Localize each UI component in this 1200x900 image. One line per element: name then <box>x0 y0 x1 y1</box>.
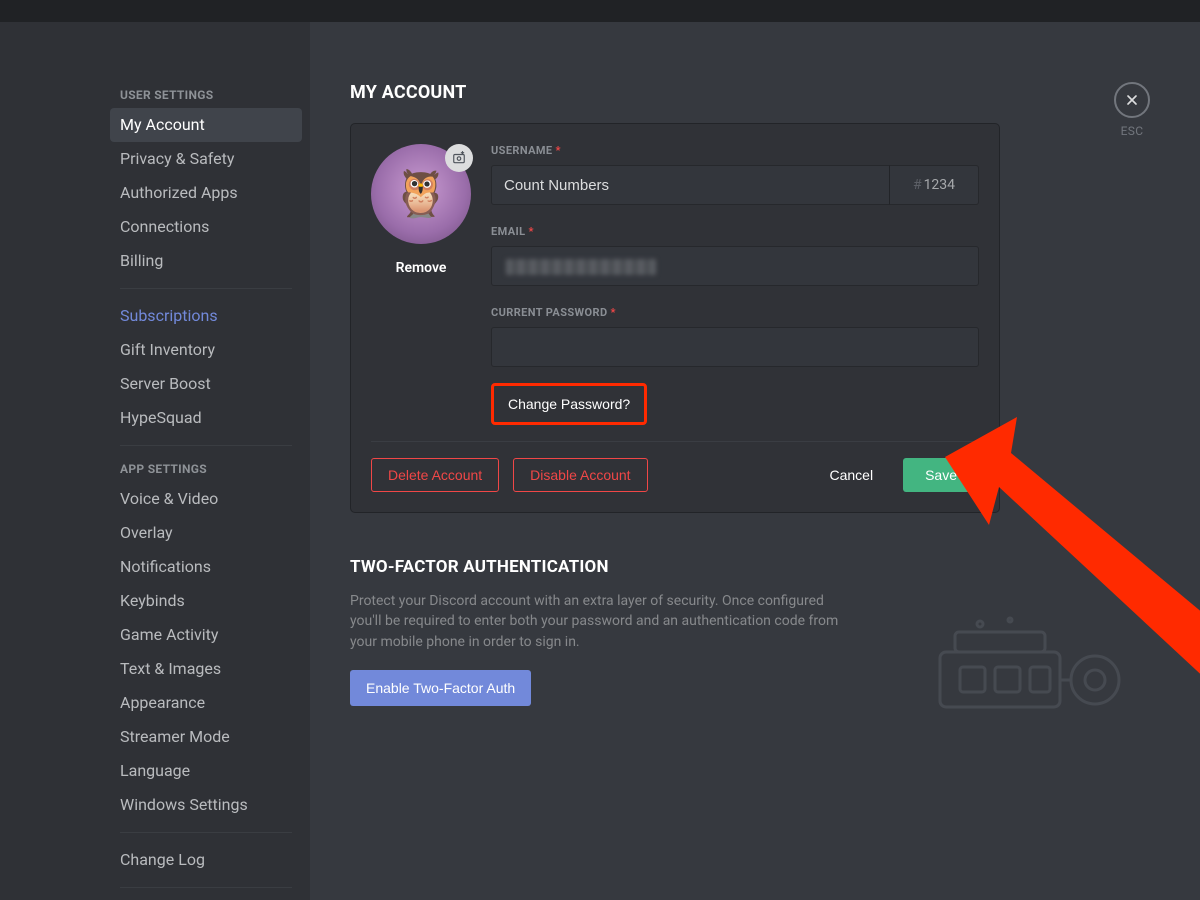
delete-account-button[interactable]: Delete Account <box>371 458 499 492</box>
discriminator: #1234 <box>889 165 979 205</box>
sidebar-item-subscriptions[interactable]: Subscriptions <box>110 299 302 333</box>
avatar-upload-badge[interactable] <box>445 144 473 172</box>
enable-two-factor-button[interactable]: Enable Two-Factor Auth <box>350 670 531 706</box>
remove-avatar-link[interactable]: Remove <box>371 260 471 276</box>
sidebar-item-connections[interactable]: Connections <box>110 210 302 244</box>
disable-account-button[interactable]: Disable Account <box>513 458 647 492</box>
page-title: MY ACCOUNT <box>350 82 1160 103</box>
window-titlebar <box>0 0 1200 22</box>
esc-label: ESC <box>1114 124 1150 138</box>
annotation-highlight-box: Change Password? <box>491 383 647 425</box>
sidebar-item-notifications[interactable]: Notifications <box>110 550 302 584</box>
sidebar-item-hypesquad[interactable]: HypeSquad <box>110 401 302 435</box>
upload-image-icon <box>452 151 466 165</box>
sidebar-item-voice-video[interactable]: Voice & Video <box>110 482 302 516</box>
sidebar-item-billing[interactable]: Billing <box>110 244 302 278</box>
sidebar-item-language[interactable]: Language <box>110 754 302 788</box>
sidebar-item-change-log[interactable]: Change Log <box>110 843 302 877</box>
email-input[interactable] <box>491 246 979 286</box>
sidebar-separator <box>120 887 292 888</box>
settings-sidebar: USER SETTINGS My Account Privacy & Safet… <box>0 22 310 900</box>
avatar[interactable]: 🦉 <box>371 144 471 244</box>
sidebar-header-user-settings: USER SETTINGS <box>110 82 302 108</box>
current-password-input[interactable] <box>491 327 979 367</box>
change-password-button[interactable]: Change Password? <box>496 388 642 420</box>
card-divider <box>371 441 979 442</box>
close-button[interactable] <box>1114 82 1150 118</box>
sidebar-item-my-account[interactable]: My Account <box>110 108 302 142</box>
settings-content: ESC MY ACCOUNT 🦉 <box>310 22 1200 900</box>
sidebar-item-windows-settings[interactable]: Windows Settings <box>110 788 302 822</box>
sidebar-separator <box>120 832 292 833</box>
current-password-label: CURRENT PASSWORD* <box>491 306 979 319</box>
save-button[interactable]: Save <box>903 458 979 492</box>
sidebar-item-authorized-apps[interactable]: Authorized Apps <box>110 176 302 210</box>
two-factor-title: TWO-FACTOR AUTHENTICATION <box>350 557 1160 577</box>
sidebar-item-text-images[interactable]: Text & Images <box>110 652 302 686</box>
sidebar-separator <box>120 288 292 289</box>
sidebar-separator <box>120 445 292 446</box>
sidebar-item-server-boost[interactable]: Server Boost <box>110 367 302 401</box>
sidebar-item-streamer-mode[interactable]: Streamer Mode <box>110 720 302 754</box>
two-factor-description: Protect your Discord account with an ext… <box>350 591 850 652</box>
cancel-button[interactable]: Cancel <box>813 459 889 491</box>
sidebar-item-privacy-safety[interactable]: Privacy & Safety <box>110 142 302 176</box>
sidebar-item-gift-inventory[interactable]: Gift Inventory <box>110 333 302 367</box>
two-factor-illustration <box>920 612 1140 722</box>
sidebar-item-game-activity[interactable]: Game Activity <box>110 618 302 652</box>
sidebar-item-keybinds[interactable]: Keybinds <box>110 584 302 618</box>
avatar-image: 🦉 <box>392 171 449 217</box>
email-label: EMAIL* <box>491 225 979 238</box>
sidebar-item-overlay[interactable]: Overlay <box>110 516 302 550</box>
account-card: 🦉 Remove USERNAME* <box>350 123 1000 513</box>
sidebar-header-app-settings: APP SETTINGS <box>110 456 302 482</box>
username-label: USERNAME* <box>491 144 979 157</box>
close-icon <box>1124 92 1140 108</box>
sidebar-item-appearance[interactable]: Appearance <box>110 686 302 720</box>
username-input[interactable] <box>491 165 890 205</box>
